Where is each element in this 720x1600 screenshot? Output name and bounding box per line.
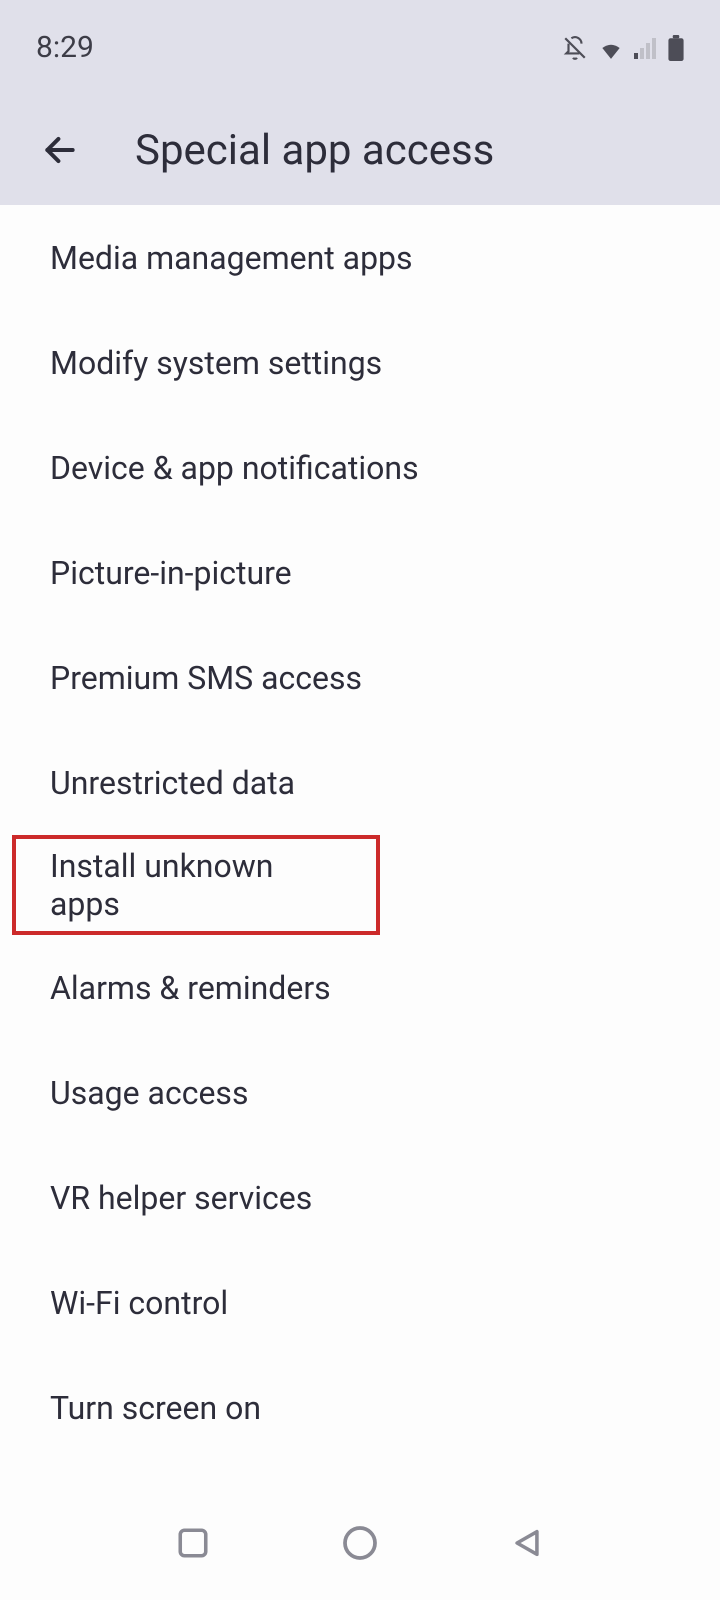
dnd-off-icon xyxy=(562,35,588,61)
navigation-bar xyxy=(0,1485,720,1600)
back-button[interactable] xyxy=(40,130,80,170)
list-item[interactable]: Modify system settings xyxy=(0,310,720,415)
triangle-left-icon xyxy=(510,1526,544,1560)
settings-list: Media management apps Modify system setti… xyxy=(0,205,720,1485)
app-header: Special app access xyxy=(0,95,720,205)
arrow-left-icon xyxy=(41,131,79,169)
status-bar: 8:29 xyxy=(0,0,720,95)
recent-apps-button[interactable] xyxy=(171,1520,216,1565)
list-item[interactable]: Device & app notifications xyxy=(0,415,720,520)
page-title: Special app access xyxy=(135,126,494,175)
list-item[interactable]: Picture-in-picture xyxy=(0,520,720,625)
list-item[interactable]: VR helper services xyxy=(0,1145,720,1250)
list-item-label: Alarms & reminders xyxy=(50,969,331,1007)
list-item-label: Wi-Fi control xyxy=(50,1284,228,1322)
list-item[interactable]: Alarms & reminders xyxy=(0,935,720,1040)
list-item[interactable]: Wi-Fi control xyxy=(0,1250,720,1355)
list-item-label: Install unknown apps xyxy=(50,847,326,923)
list-item[interactable]: Usage access xyxy=(0,1040,720,1145)
list-item-label: VR helper services xyxy=(50,1179,312,1217)
list-item-label: Unrestricted data xyxy=(50,764,295,802)
signal-icon xyxy=(634,37,658,59)
list-item[interactable]: Unrestricted data xyxy=(0,730,720,835)
list-item-label: Usage access xyxy=(50,1074,248,1112)
list-item[interactable]: Install unknown apps xyxy=(12,835,380,935)
list-item[interactable]: Turn screen on xyxy=(0,1355,720,1460)
list-item-label: Picture-in-picture xyxy=(50,554,292,592)
list-item-label: Premium SMS access xyxy=(50,659,362,697)
list-item[interactable]: Premium SMS access xyxy=(0,625,720,730)
square-icon xyxy=(176,1526,210,1560)
list-item-label: Media management apps xyxy=(50,239,413,277)
back-nav-button[interactable] xyxy=(504,1520,549,1565)
status-icons xyxy=(562,35,684,61)
battery-icon xyxy=(668,35,684,61)
status-time: 8:29 xyxy=(36,30,94,65)
circle-icon xyxy=(342,1525,378,1561)
list-item-label: Turn screen on xyxy=(50,1389,261,1427)
list-item-label: Modify system settings xyxy=(50,344,382,382)
wifi-icon xyxy=(598,37,624,59)
list-item[interactable]: Media management apps xyxy=(0,205,720,310)
home-button[interactable] xyxy=(337,1520,382,1565)
list-item-label: Device & app notifications xyxy=(50,449,419,487)
